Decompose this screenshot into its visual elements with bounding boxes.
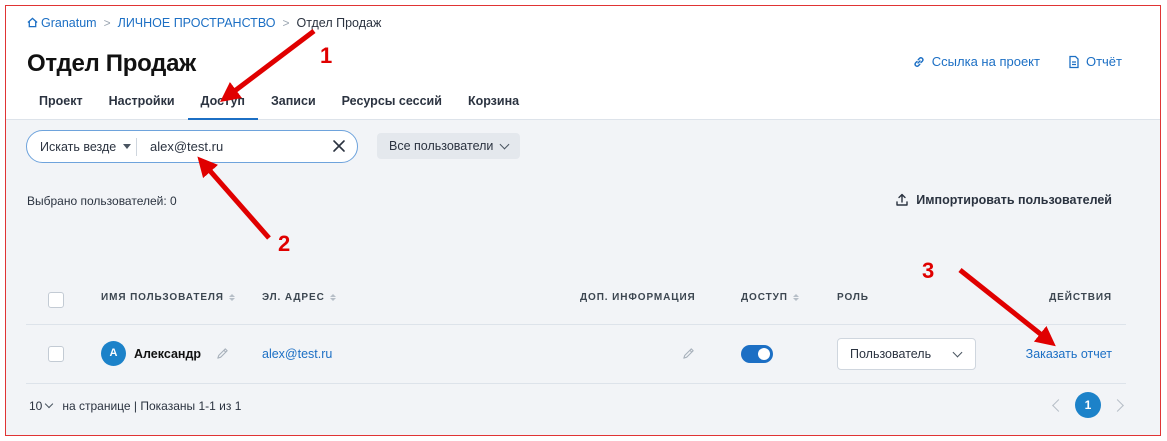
sort-icon [329, 294, 336, 301]
role-select[interactable]: Пользователь [837, 338, 976, 370]
sort-icon [792, 294, 799, 301]
column-email-label: ЭЛ. АДРЕС [262, 292, 325, 303]
clear-icon[interactable] [332, 139, 346, 153]
import-users-button[interactable]: Импортировать пользователей [895, 193, 1112, 207]
pagination-text: на странице | Показаны 1-1 из 1 [62, 399, 242, 413]
search-scope-label: Искать везде [40, 139, 117, 154]
pagination-summary: 10 на странице | Показаны 1-1 из 1 [29, 399, 241, 413]
edit-name-pencil-icon[interactable] [216, 347, 229, 360]
column-header-name[interactable]: ИМЯ ПОЛЬЗОВАТЕЛЯ [101, 292, 235, 303]
breadcrumb-space[interactable]: ЛИЧНОЕ ПРОСТРАНСТВО [118, 16, 276, 30]
sort-icon [228, 294, 235, 301]
avatar: А [101, 341, 126, 366]
column-actions-label: ДЕЙСТВИЯ [1049, 292, 1112, 303]
project-link-button[interactable]: Ссылка на проект [912, 54, 1040, 69]
prev-page-chevron-icon[interactable] [1052, 398, 1065, 412]
role-value: Пользователь [850, 347, 932, 361]
tab-access[interactable]: Доступ [187, 92, 259, 120]
search-box: Искать везде [26, 130, 358, 163]
per-page-value: 10 [29, 399, 43, 413]
user-name: Александр [134, 347, 202, 361]
import-users-label: Импортировать пользователей [916, 193, 1112, 207]
table-row: А Александр alex@test.ru Пользователь За… [26, 326, 1126, 384]
annotation-label-3: 3 [922, 258, 935, 283]
chevron-down-icon [952, 347, 963, 358]
selected-count: Выбрано пользователей: 0 [27, 194, 177, 208]
app-frame: Granatum > ЛИЧНОЕ ПРОСТРАНСТВО > Отдел П… [5, 5, 1161, 436]
breadcrumb-home-label: Granatum [41, 16, 97, 30]
page-title: Отдел Продаж [27, 50, 196, 77]
page-number-button[interactable]: 1 [1075, 392, 1101, 418]
column-access-label: ДОСТУП [741, 292, 788, 303]
breadcrumb: Granatum > ЛИЧНОЕ ПРОСТРАНСТВО > Отдел П… [27, 16, 381, 30]
column-role-label: РОЛЬ [837, 292, 869, 303]
tab-records[interactable]: Записи [258, 92, 329, 120]
column-header-info: ДОП. ИНФОРМАЦИЯ [580, 292, 696, 303]
annotation-label-2: 2 [278, 231, 291, 256]
column-header-email[interactable]: ЭЛ. АДРЕС [262, 292, 336, 303]
pager: 1 [1052, 392, 1124, 418]
tab-project[interactable]: Проект [26, 92, 96, 120]
link-icon [914, 56, 924, 67]
tab-settings[interactable]: Настройки [96, 92, 188, 120]
home-icon [27, 17, 38, 28]
per-page-select[interactable]: 10 [29, 399, 58, 413]
tab-trash[interactable]: Корзина [455, 92, 532, 120]
page-header: Granatum > ЛИЧНОЕ ПРОСТРАНСТВО > Отдел П… [6, 6, 1160, 120]
next-page-chevron-icon[interactable] [1111, 398, 1124, 412]
column-name-label: ИМЯ ПОЛЬЗОВАТЕЛЯ [101, 292, 224, 303]
breadcrumb-home[interactable]: Granatum [27, 16, 97, 30]
row-checkbox[interactable] [48, 346, 64, 362]
chevron-down-icon [45, 399, 54, 409]
search-scope-select[interactable]: Искать везде [27, 137, 137, 156]
access-toggle[interactable] [741, 345, 773, 363]
tab-session-resources[interactable]: Ресурсы сессий [329, 92, 455, 120]
header-actions: Ссылка на проект Отчёт [912, 54, 1122, 69]
order-report-link[interactable]: Заказать отчет [1026, 347, 1112, 361]
report-button[interactable]: Отчёт [1068, 54, 1122, 69]
annotation-label-1: 1 [320, 43, 333, 68]
user-filter-label: Все пользователи [389, 139, 494, 153]
caret-down-icon [123, 144, 132, 149]
breadcrumb-separator-icon: > [103, 16, 111, 30]
tab-bar: Проект Настройки Доступ Записи Ресурсы с… [26, 92, 532, 120]
table-header: ИМЯ ПОЛЬЗОВАТЕЛЯ ЭЛ. АДРЕС ДОП. ИНФОРМАЦ… [26, 281, 1126, 325]
user-email-link[interactable]: alex@test.ru [262, 347, 332, 361]
select-all-checkbox[interactable] [48, 292, 64, 308]
content-area [6, 120, 1160, 435]
chevron-down-icon [499, 139, 510, 149]
edit-info-pencil-icon[interactable] [682, 347, 695, 360]
user-filter-select[interactable]: Все пользователи [377, 133, 521, 159]
breadcrumb-separator-icon: > [282, 16, 290, 30]
breadcrumb-current: Отдел Продаж [296, 16, 382, 30]
document-icon [1069, 55, 1079, 68]
column-header-actions: ДЕЙСТВИЯ [1049, 292, 1112, 303]
column-info-label: ДОП. ИНФОРМАЦИЯ [580, 292, 696, 303]
report-label: Отчёт [1085, 54, 1122, 69]
upload-icon [896, 193, 908, 206]
search-input[interactable] [150, 139, 320, 154]
column-header-access[interactable]: ДОСТУП [741, 292, 799, 303]
column-header-role: РОЛЬ [837, 292, 869, 303]
project-link-label: Ссылка на проект [931, 54, 1040, 69]
